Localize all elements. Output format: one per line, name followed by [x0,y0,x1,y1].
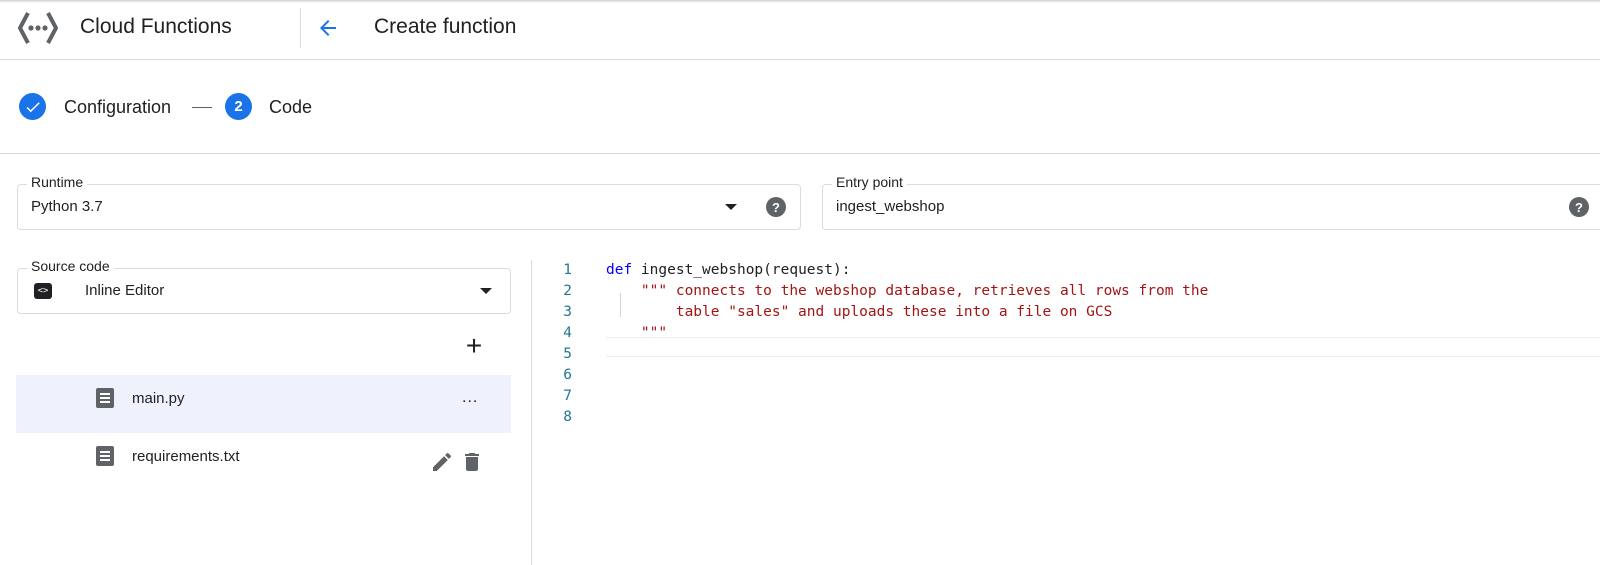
line-number: 6 [563,367,572,383]
runtime-value: Python 3.7 [31,198,103,215]
chevron-down-icon [480,288,492,294]
file-row-requirements-txt[interactable]: requirements.txt [16,433,511,491]
step-configuration-label[interactable]: Configuration [64,97,171,118]
cloud-functions-logo-icon [18,12,58,44]
line-number: 5 [563,346,572,362]
source-code-label: Source code [27,258,114,274]
page-title: Create function [374,15,517,38]
current-line-highlight [606,337,1600,357]
line-number: 7 [563,388,572,404]
runtime-label: Runtime [27,174,88,190]
check-icon [26,101,40,112]
file-name: requirements.txt [132,448,240,465]
runtime-select[interactable]: Runtime Python 3.7 ? [17,174,801,230]
code-line-2: """ connects to the webshop database, re… [606,283,1209,299]
panel-divider [531,260,532,565]
entry-point-help-icon[interactable]: ? [1569,197,1589,217]
code-line-3: table "sales" and uploads these into a f… [606,304,1113,320]
source-code-value: Inline Editor [85,282,165,299]
entry-point-field[interactable]: Entry point ingest_webshop ? [822,174,1600,230]
line-number: 3 [563,304,572,320]
edit-pencil-icon[interactable] [430,450,454,474]
file-icon [96,388,114,408]
runtime-help-icon[interactable]: ? [766,197,786,217]
source-code-select[interactable]: Source code <> Inline Editor [17,258,511,314]
line-number: 4 [563,325,572,341]
back-button[interactable] [313,13,343,43]
file-name: main.py [132,390,185,407]
arrow-back-icon [320,20,336,36]
file-icon [96,446,114,466]
code-editor-icon: <> [34,283,52,299]
step-configuration-check[interactable] [19,93,46,120]
entry-point-label: Entry point [832,174,907,190]
app-header: Cloud Functions Create function [0,0,1600,60]
file-row-main-py[interactable]: main.py ... [16,375,511,433]
step-code-number: 2 [225,93,252,120]
entry-point-value[interactable]: ingest_webshop [836,198,944,215]
delete-trash-icon[interactable] [460,450,484,474]
code-text: ingest_webshop(request): [632,262,851,278]
add-file-button[interactable]: + [460,332,488,361]
code-line-1: def ingest_webshop(request): [606,262,850,278]
chevron-down-icon [725,204,737,210]
line-number: 1 [563,262,572,278]
line-number: 2 [563,283,572,299]
header-divider [300,8,301,48]
code-line-4: """ [606,325,668,341]
stepper: Configuration 2 Code [0,60,1600,154]
line-number: 8 [563,409,572,425]
app-title: Cloud Functions [80,15,232,38]
step-connector [192,107,212,108]
step-code-label: Code [269,97,313,117]
more-options-button[interactable]: ... [462,389,478,407]
code-keyword: def [606,262,633,278]
